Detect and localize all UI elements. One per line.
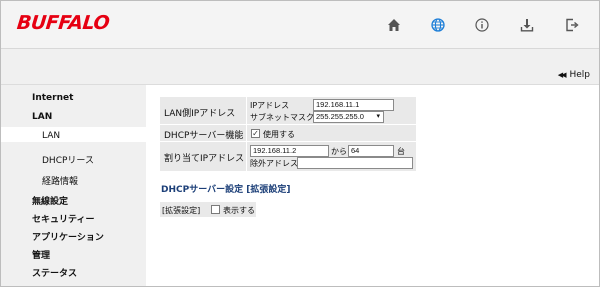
lan-ip-label: LAN側IPアドレス bbox=[164, 109, 236, 119]
extended-settings-link[interactable]: [拡張設定] bbox=[246, 185, 290, 195]
chevron-down-icon: ▾ bbox=[376, 113, 380, 120]
sidebar-item-applications[interactable]: アプリケーション bbox=[32, 230, 104, 243]
subnet-mask-select[interactable]: 255.255.255.0 ▾ bbox=[313, 111, 384, 123]
ip-address-input[interactable]: 192.168.11.1 bbox=[313, 99, 394, 111]
subnet-mask-value: 255.255.255.0 bbox=[316, 112, 364, 121]
exclude-address-label: 除外アドレス: bbox=[250, 159, 301, 168]
sidebar-subitem-dhcp-lease[interactable]: DHCPリース bbox=[42, 153, 94, 166]
ip-address-label: IPアドレス bbox=[250, 101, 290, 110]
toolbar-strip bbox=[1, 49, 599, 85]
home-icon[interactable] bbox=[385, 16, 403, 34]
help-link[interactable]: ◀◀ Help bbox=[558, 70, 590, 80]
sidebar-item-wireless[interactable]: 無線設定 bbox=[32, 194, 68, 207]
assign-ip-label: 割り当てIPアドレス bbox=[164, 154, 245, 164]
exclude-address-input[interactable] bbox=[297, 157, 413, 169]
sidebar-active-highlight bbox=[1, 127, 146, 142]
buffalo-logo[interactable]: BUFFALO bbox=[16, 12, 111, 34]
top-header: BUFFALO bbox=[1, 1, 599, 49]
sidebar-item-admin[interactable]: 管理 bbox=[32, 248, 50, 261]
row-divider bbox=[160, 124, 416, 125]
column-divider bbox=[246, 97, 247, 171]
show-extended-checkbox[interactable] bbox=[211, 205, 220, 214]
start-ip-input[interactable]: 192.168.11.2 bbox=[250, 145, 329, 157]
info-icon[interactable] bbox=[473, 16, 491, 34]
sidebar-item-lan[interactable]: LAN bbox=[32, 112, 52, 122]
download-icon[interactable] bbox=[518, 16, 536, 34]
subnet-mask-label: サブネットマスク bbox=[250, 113, 314, 122]
sidebar-item-status[interactable]: ステータス bbox=[32, 266, 77, 279]
sidebar-item-security[interactable]: セキュリティー bbox=[32, 212, 94, 225]
dhcp-settings-heading: DHCPサーバー設定 [拡張設定] bbox=[161, 182, 291, 195]
dhcp-server-label: DHCPサーバー機能 bbox=[164, 131, 244, 141]
globe-icon[interactable] bbox=[429, 16, 447, 34]
dhcp-settings-title: DHCPサーバー設定 bbox=[161, 185, 244, 195]
sidebar-item-internet[interactable]: Internet bbox=[32, 93, 73, 103]
show-extended-label: 表示する bbox=[223, 206, 255, 215]
count-input[interactable]: 64 bbox=[348, 145, 394, 157]
row-divider bbox=[160, 141, 416, 142]
unit-label: 台 bbox=[397, 147, 405, 156]
dhcp-enable-checkbox[interactable]: ✓ bbox=[251, 129, 260, 138]
help-label: Help bbox=[569, 70, 590, 80]
sidebar-subitem-lan[interactable]: LAN bbox=[42, 131, 60, 141]
sidebar-subitem-route-info[interactable]: 経路情報 bbox=[42, 174, 78, 187]
dhcp-enable-label: 使用する bbox=[263, 130, 295, 139]
from-label: から bbox=[331, 147, 347, 156]
logout-icon[interactable] bbox=[563, 16, 581, 34]
extended-settings-label: [拡張設定] bbox=[162, 206, 201, 215]
double-left-arrow-icon: ◀◀ bbox=[557, 71, 567, 79]
